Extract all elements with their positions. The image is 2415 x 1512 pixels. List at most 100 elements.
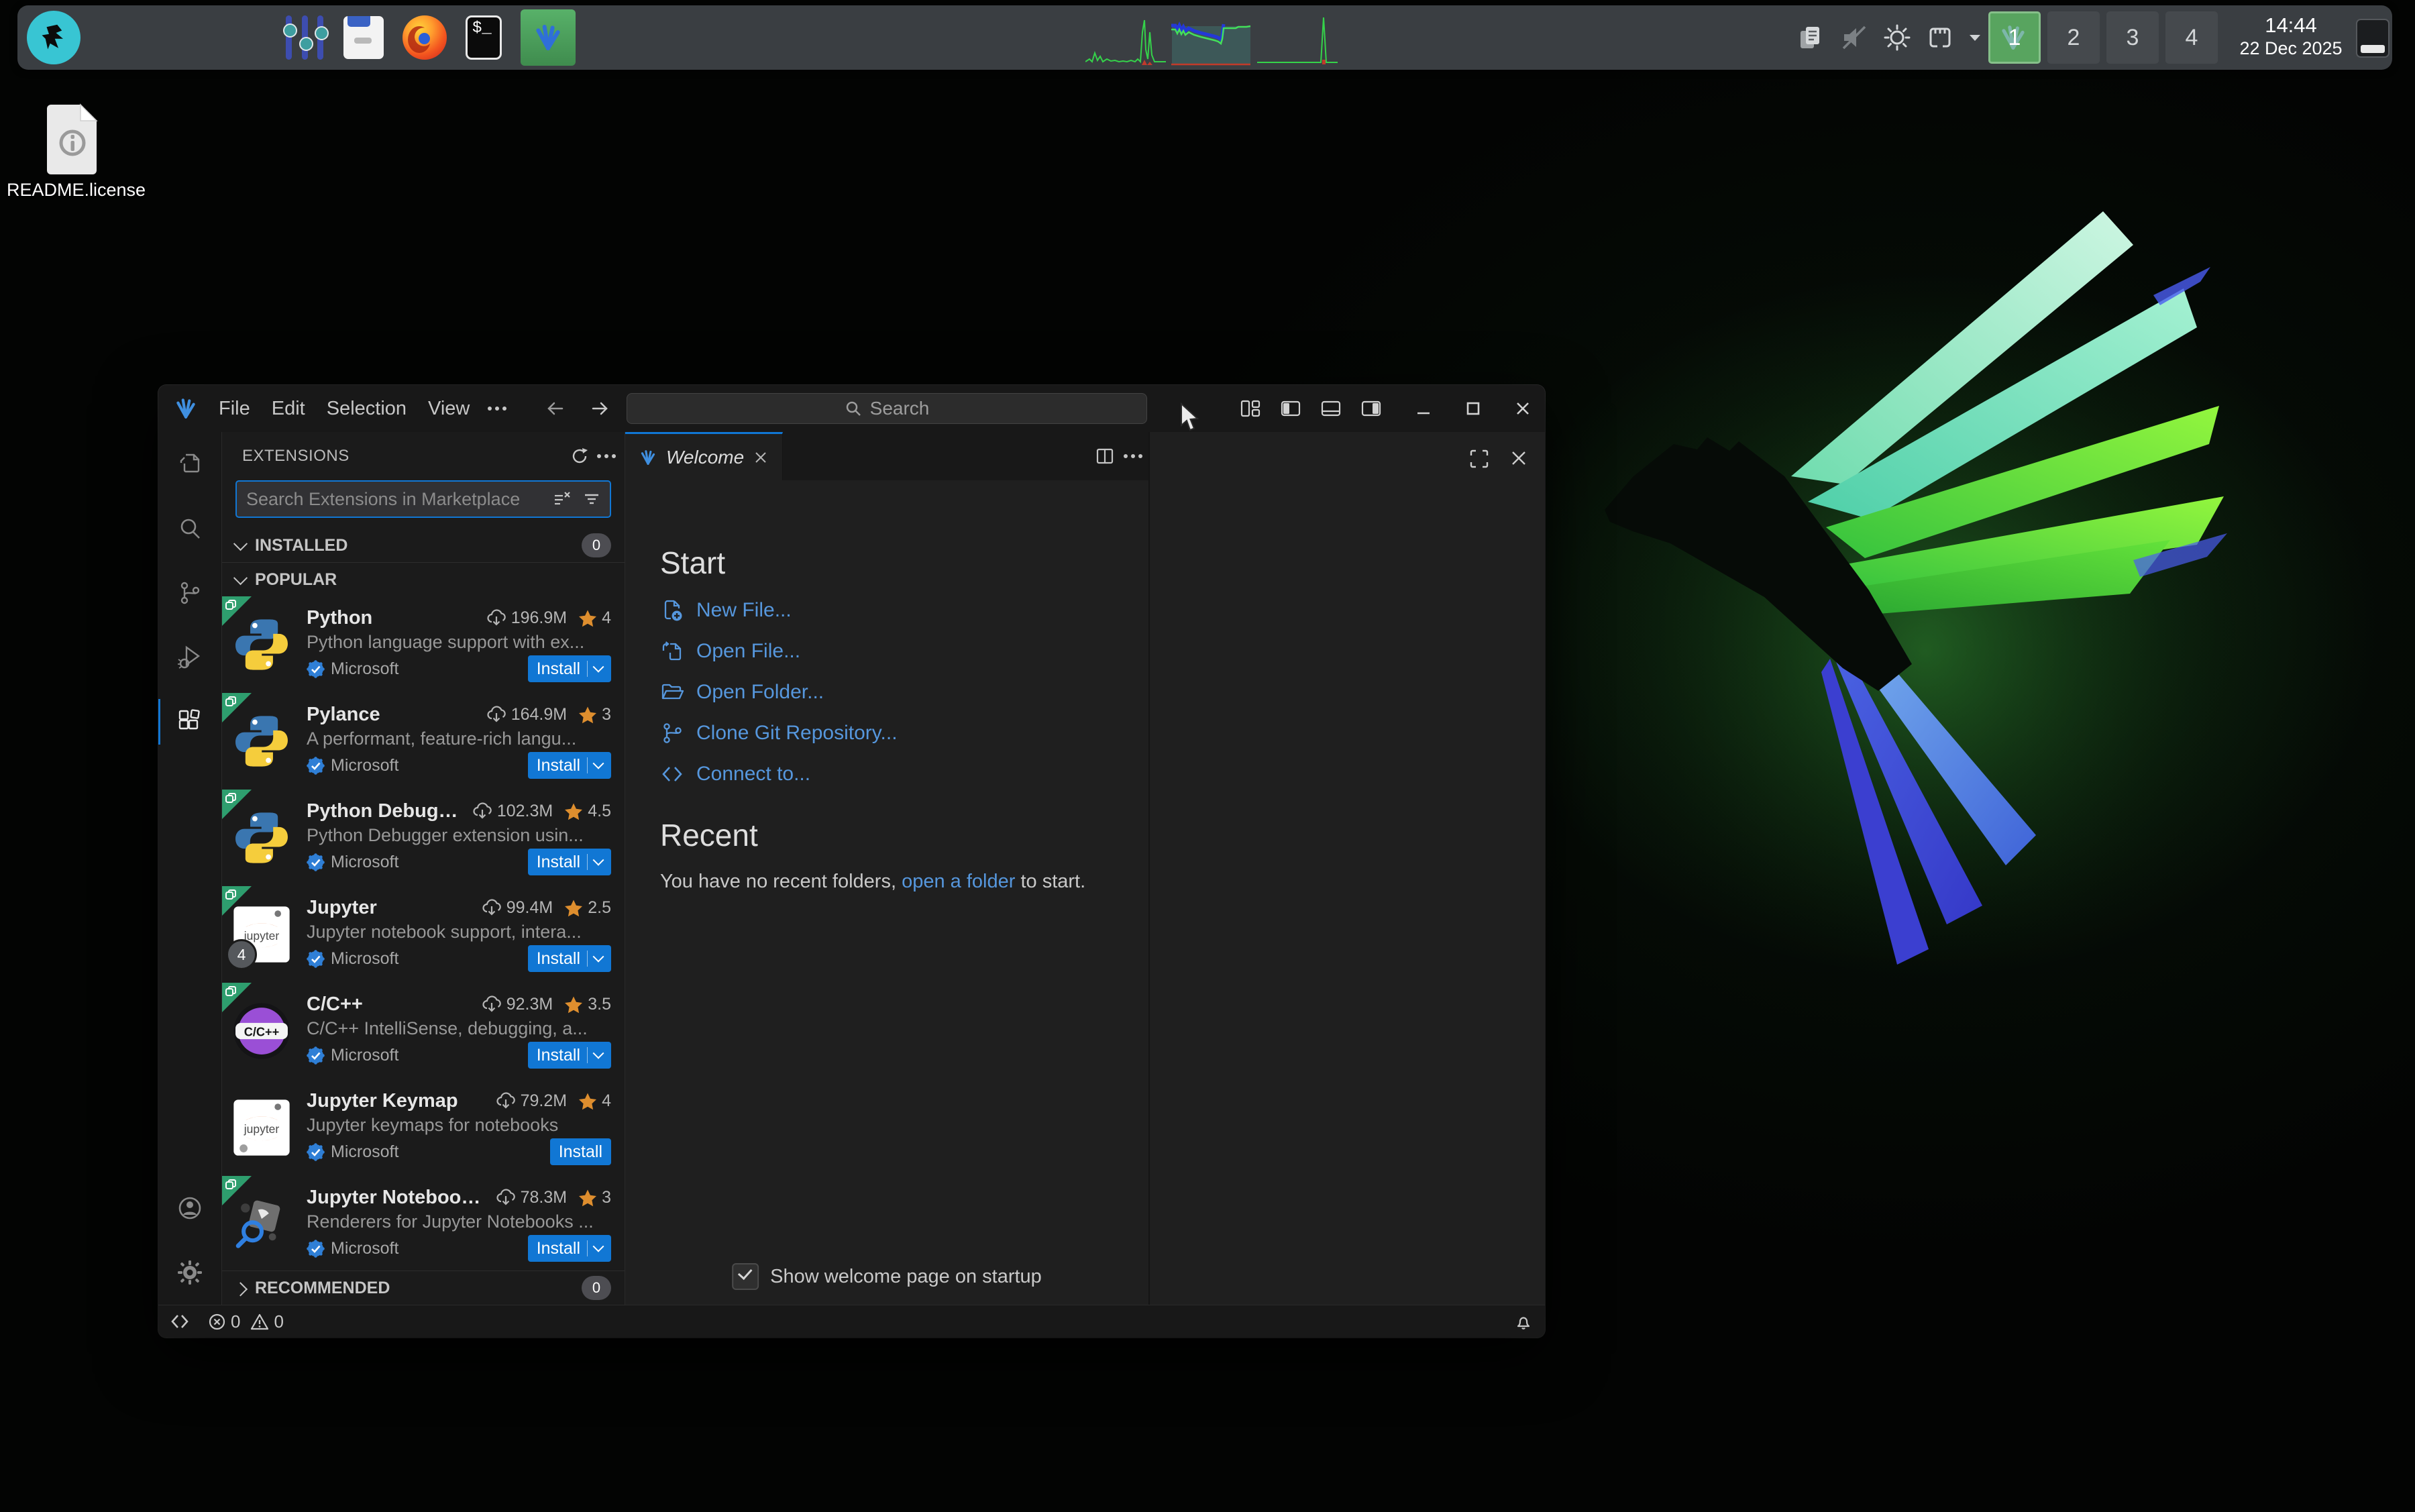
menu-selection[interactable]: Selection: [316, 385, 417, 432]
command-center-search[interactable]: Search: [627, 393, 1147, 424]
extension-row[interactable]: Python 196.9M 4 Python language support …: [222, 596, 625, 693]
extension-row[interactable]: jupyter 4 Jupyter 99.4M 2.5 Jupyter note…: [222, 886, 625, 983]
extension-row[interactable]: Jupyter Notebook ... 78.3M 3 Renderers f…: [222, 1176, 625, 1271]
welcome-startup-checkbox[interactable]: [732, 1263, 759, 1290]
minimize-button[interactable]: [1412, 397, 1435, 420]
activity-source-control-icon[interactable]: [158, 561, 221, 625]
desktop-icon-readme[interactable]: README.license: [7, 101, 146, 201]
install-button[interactable]: Install: [527, 655, 611, 682]
notifications-bell-icon[interactable]: [1514, 1312, 1533, 1331]
install-button[interactable]: Install: [527, 849, 611, 875]
tab-welcome[interactable]: Welcome: [625, 432, 784, 480]
extensions-sidebar: EXTENSIONS Search Extensions in Marketpl…: [222, 432, 625, 1305]
downloads-count: 99.4M: [506, 898, 553, 917]
extensions-search-input[interactable]: [245, 488, 552, 510]
problems-indicator[interactable]: 0 0: [201, 1311, 290, 1332]
terminal-launcher-icon[interactable]: $_: [466, 15, 502, 60]
recommended-section-header[interactable]: RECOMMENDED 0: [222, 1271, 625, 1305]
extension-row[interactable]: Pylance 164.9M 3 A performant, feature-r…: [222, 693, 625, 790]
extension-row[interactable]: C/C++ C/C++ 92.3M 3.5 C/C++ IntelliSense…: [222, 983, 625, 1079]
editor-more-actions-icon[interactable]: [1131, 454, 1135, 458]
popular-section-header[interactable]: POPULAR: [222, 562, 625, 596]
menu-edit[interactable]: Edit: [261, 385, 316, 432]
workspace-button-3[interactable]: 3: [2106, 11, 2159, 64]
tab-close-icon[interactable]: [753, 449, 769, 466]
clear-search-icon[interactable]: [552, 489, 572, 509]
toggle-panel-icon[interactable]: [1320, 397, 1342, 420]
toggle-secondary-sidebar-icon[interactable]: [1360, 397, 1383, 420]
new-file-icon: [664, 600, 682, 621]
maximize-button[interactable]: [1462, 397, 1485, 420]
install-dropdown[interactable]: [592, 757, 604, 769]
customize-layout-icon[interactable]: [1239, 397, 1262, 420]
refresh-icon[interactable]: [570, 446, 590, 466]
firefox-launcher-icon[interactable]: [402, 15, 447, 60]
clipboard-tray-icon[interactable]: [1796, 23, 1826, 52]
menubar-overflow-button[interactable]: [480, 407, 514, 411]
start-link[interactable]: Open Folder...: [660, 680, 1148, 704]
open-folder-icon: [661, 684, 684, 700]
filter-icon[interactable]: [582, 489, 602, 509]
system-monitor-graphs[interactable]: [1085, 12, 1338, 66]
install-dropdown[interactable]: [592, 854, 604, 866]
status-bar: 0 0: [158, 1305, 1545, 1338]
tray-expand-chevron-icon[interactable]: [1968, 33, 1982, 42]
settings-launcher-icon[interactable]: [283, 15, 329, 60]
editor-area: Welcome Start New File... Open File... O…: [625, 432, 1545, 1305]
install-button[interactable]: Install: [527, 752, 611, 779]
volume-muted-icon[interactable]: [1839, 23, 1869, 52]
start-link[interactable]: New File...: [660, 598, 1148, 623]
verified-publisher-icon: [307, 1142, 325, 1161]
install-dropdown[interactable]: [592, 661, 604, 673]
install-dropdown[interactable]: [592, 1240, 604, 1252]
close-pane-icon[interactable]: [1509, 448, 1529, 468]
workspace-button-4[interactable]: 4: [2165, 11, 2218, 64]
close-button[interactable]: [1511, 397, 1534, 420]
install-button[interactable]: Install: [549, 1138, 611, 1165]
start-link[interactable]: Connect to...: [660, 762, 1148, 786]
install-divider: [587, 951, 588, 967]
activity-settings-gear-icon[interactable]: [158, 1240, 221, 1305]
welcome-page: Start New File... Open File... Open Fold…: [625, 480, 1148, 1305]
menu-view[interactable]: View: [417, 385, 480, 432]
nav-back-icon[interactable]: [545, 399, 566, 418]
sidebar-more-actions-icon[interactable]: [604, 454, 608, 458]
extension-name: Jupyter: [307, 897, 377, 918]
workspace-button-1[interactable]: 1: [1988, 11, 2041, 64]
install-button[interactable]: Install: [527, 1235, 611, 1262]
start-link-label: Open File...: [696, 640, 801, 662]
activity-run-debug-icon[interactable]: [158, 625, 221, 690]
activity-search-icon[interactable]: [158, 496, 221, 561]
rating-star-icon: [565, 803, 583, 820]
nav-forward-icon[interactable]: [589, 399, 610, 418]
installed-section-header[interactable]: INSTALLED 0: [222, 529, 625, 562]
activity-explorer-icon[interactable]: [158, 432, 221, 496]
split-editor-icon[interactable]: [1095, 446, 1115, 466]
start-link[interactable]: Open File...: [660, 639, 1148, 663]
install-dropdown[interactable]: [592, 951, 604, 963]
app-menu-button[interactable]: [27, 11, 80, 64]
workspace-button-2[interactable]: 2: [2047, 11, 2100, 64]
remote-indicator[interactable]: [158, 1305, 201, 1338]
start-link[interactable]: Clone Git Repository...: [660, 721, 1148, 745]
titlebar[interactable]: File Edit Selection View Search: [158, 385, 1545, 432]
show-desktop-button[interactable]: [2356, 19, 2390, 58]
network-tray-icon[interactable]: [1925, 23, 1955, 52]
brightness-icon[interactable]: [1882, 23, 1912, 52]
activity-extensions-icon[interactable]: [158, 690, 221, 754]
install-dropdown[interactable]: [592, 1047, 604, 1059]
open-a-folder-link[interactable]: open a folder: [902, 871, 1015, 892]
toggle-primary-sidebar-icon[interactable]: [1279, 397, 1302, 420]
extension-row[interactable]: jupyter Jupyter Keymap 79.2M 4 Jupyter k…: [222, 1079, 625, 1176]
install-button[interactable]: Install: [527, 945, 611, 972]
extensions-search-box[interactable]: [235, 480, 611, 518]
panel-clock[interactable]: 14:44 22 Dec 2025: [2231, 13, 2351, 59]
install-button[interactable]: Install: [527, 1042, 611, 1069]
vscode-launcher-icon[interactable]: [521, 9, 576, 66]
file-manager-launcher-icon[interactable]: [343, 16, 384, 59]
menu-file[interactable]: File: [208, 385, 261, 432]
fullscreen-icon[interactable]: [1468, 448, 1490, 470]
downloads-icon: [496, 1091, 515, 1109]
activity-accounts-icon[interactable]: [158, 1176, 221, 1240]
extension-row[interactable]: Python Debugger 102.3M 4.5 Python Debugg…: [222, 790, 625, 886]
